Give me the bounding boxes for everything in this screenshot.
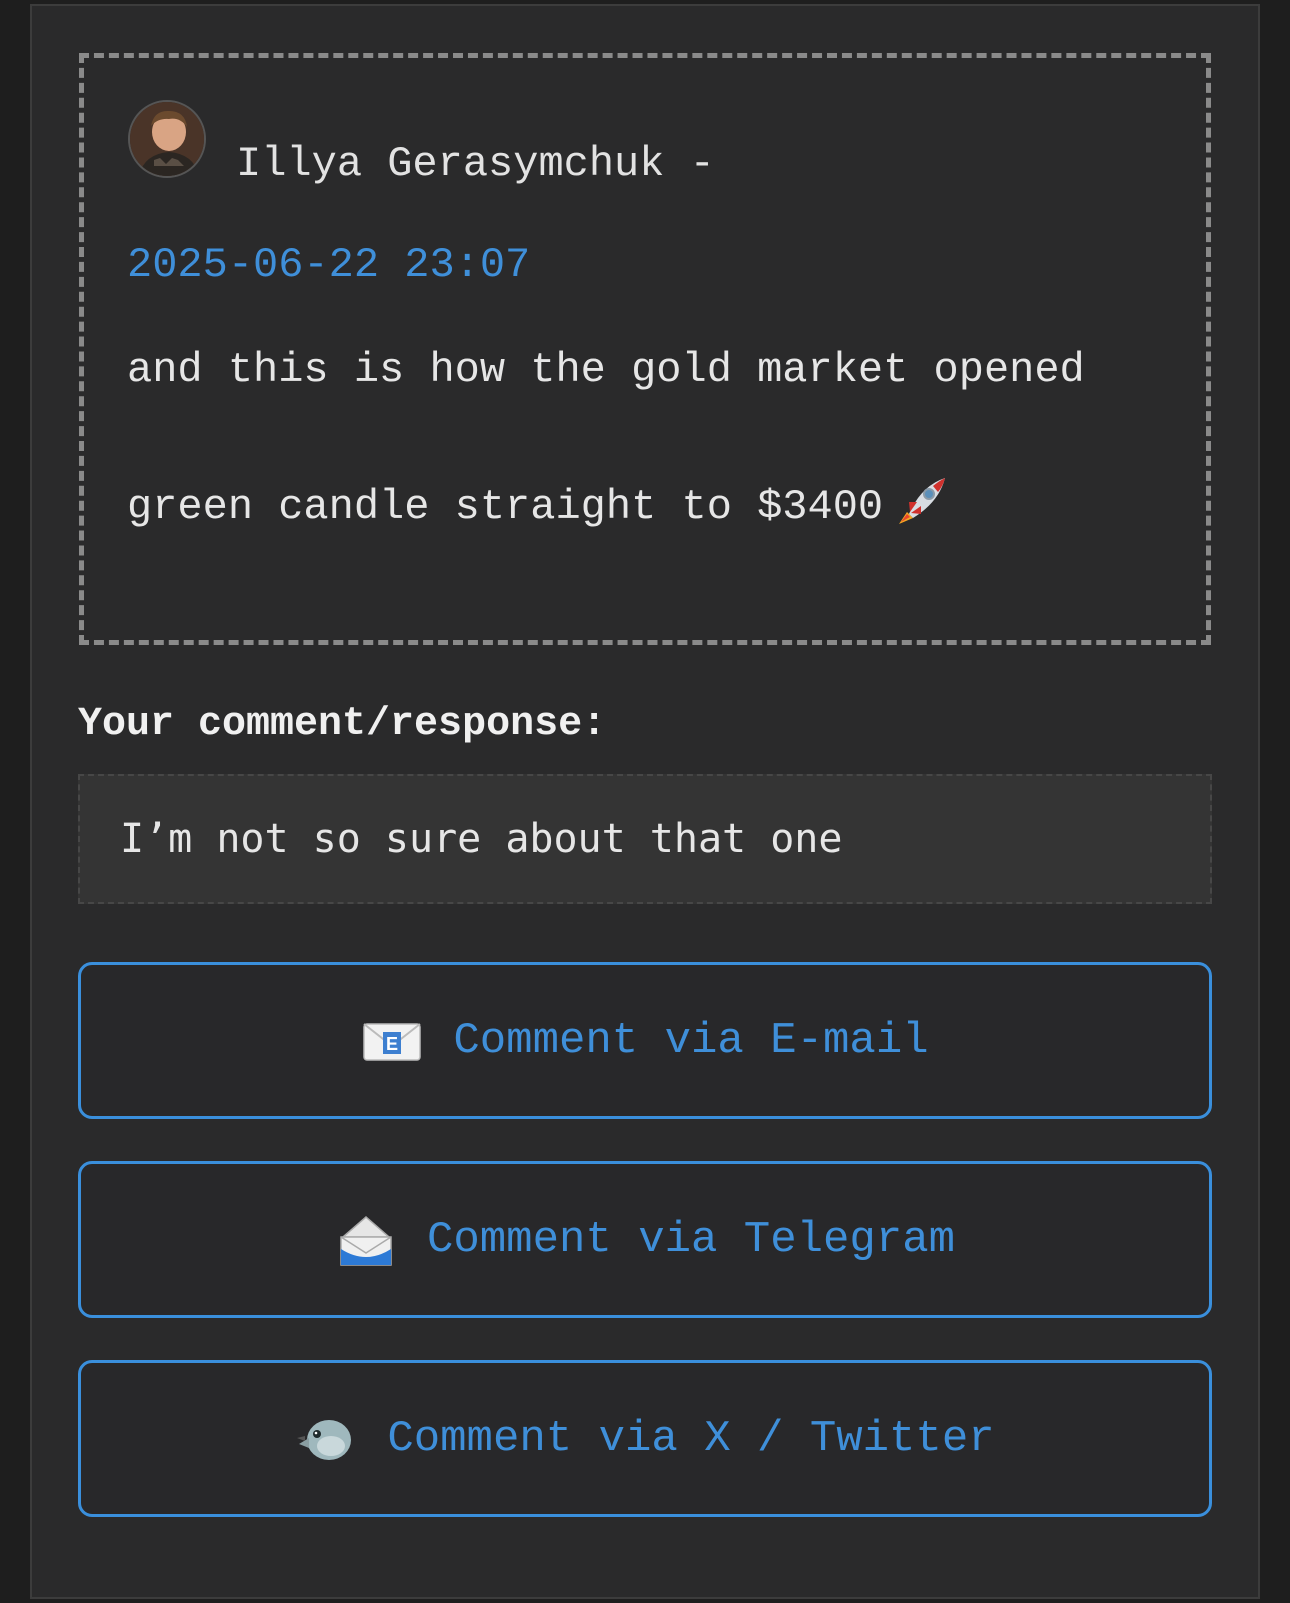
rocket-icon xyxy=(891,472,951,532)
post-card: Illya Gerasymchuk - 2025-06-22 23:07 and… xyxy=(79,53,1211,645)
comment-via-email-button[interactable]: E Comment via E-mail xyxy=(78,962,1212,1119)
comment-label: Your comment/response: xyxy=(78,702,607,747)
bird-icon xyxy=(295,1408,357,1470)
svg-text:E: E xyxy=(386,1034,398,1054)
post-text-line2: green candle straight to $3400 xyxy=(127,483,884,531)
incoming-envelope-icon xyxy=(335,1209,397,1271)
comment-via-twitter-label: Comment via X / Twitter xyxy=(387,1413,995,1464)
envelope-icon: E xyxy=(361,1010,423,1072)
comment-via-twitter-button[interactable]: Comment via X / Twitter xyxy=(78,1360,1212,1517)
avatar xyxy=(128,100,206,178)
comment-panel: Illya Gerasymchuk - 2025-06-22 23:07 and… xyxy=(30,4,1260,1599)
post-text-line1: and this is how the gold market opened xyxy=(127,346,1085,394)
comment-input[interactable]: I’m not so sure about that one xyxy=(78,774,1212,904)
post-body: and this is how the gold market opened g… xyxy=(127,342,1127,535)
post-author: Illya Gerasymchuk - xyxy=(236,140,715,188)
post-timestamp[interactable]: 2025-06-22 23:07 xyxy=(127,241,530,289)
post-text-paragraph2: green candle straight to $3400 xyxy=(127,472,1127,535)
comment-via-email-label: Comment via E-mail xyxy=(453,1015,929,1066)
comment-via-telegram-label: Comment via Telegram xyxy=(426,1214,956,1265)
comment-via-telegram-button[interactable]: Comment via Telegram xyxy=(78,1161,1212,1318)
